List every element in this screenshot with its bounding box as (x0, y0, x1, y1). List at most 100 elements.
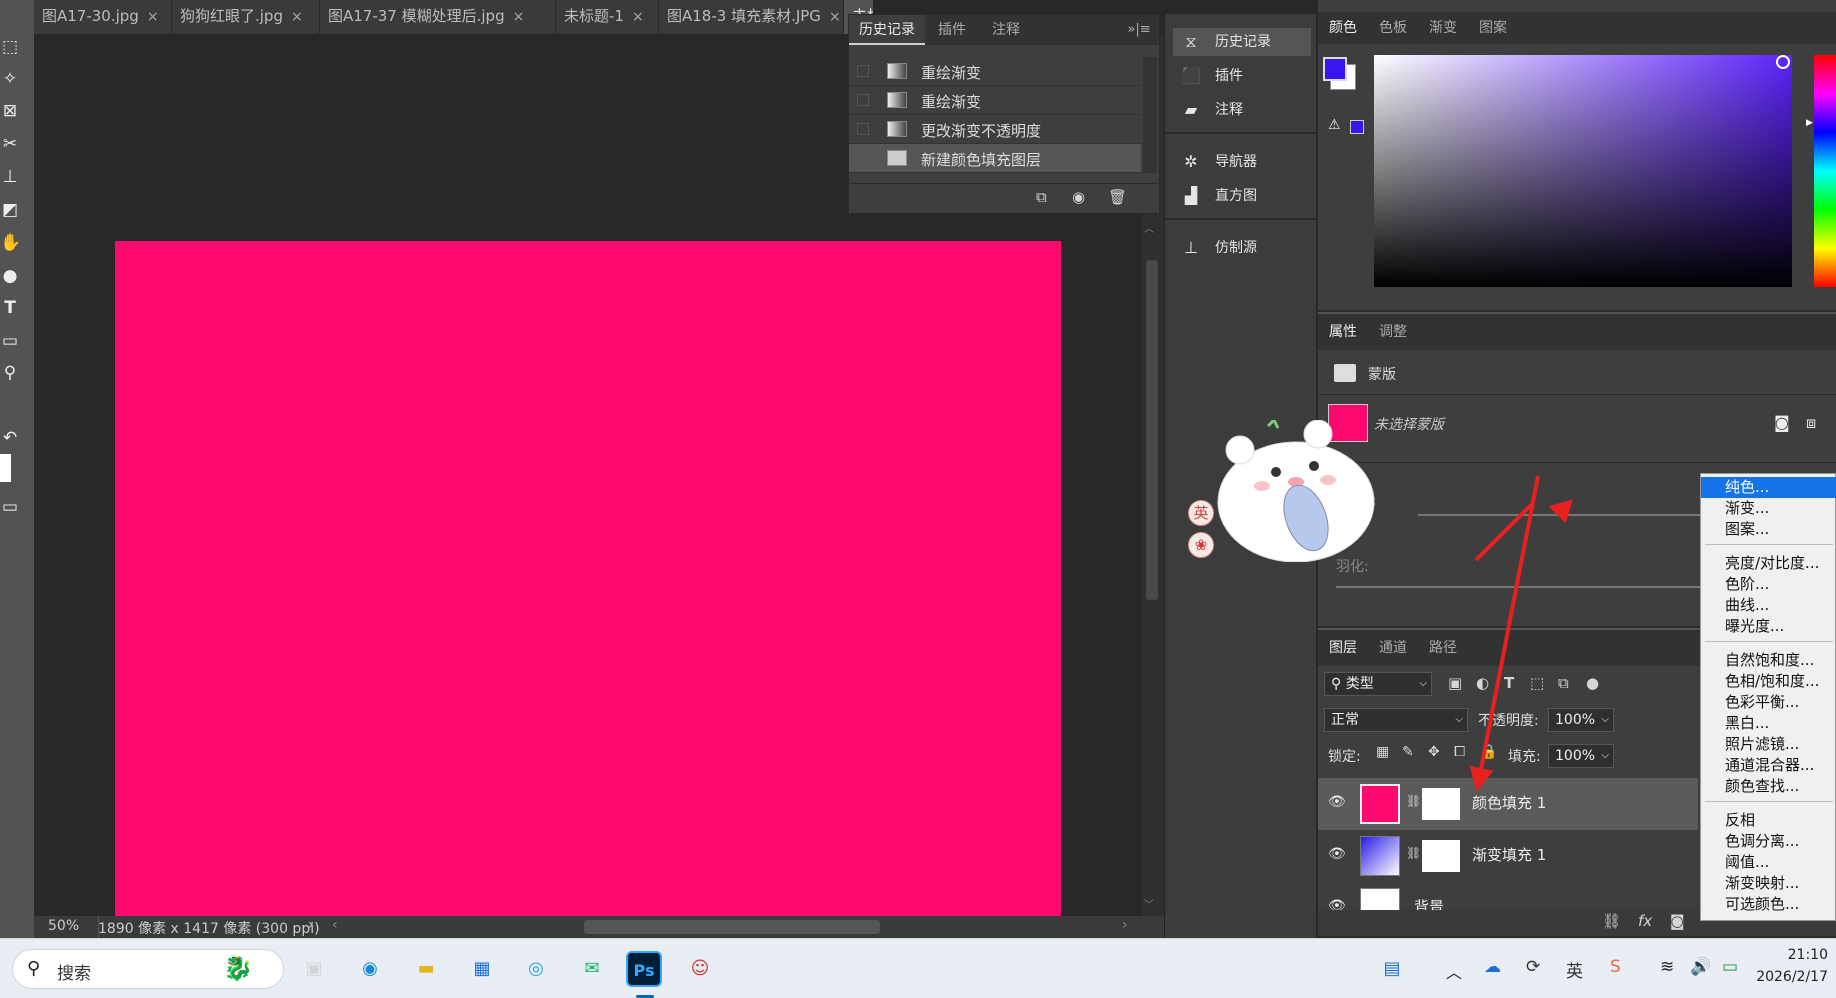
clock-date[interactable]: 2026/2/17 (1742, 969, 1828, 985)
panel-menu-icon[interactable]: »|≡ (1119, 15, 1159, 45)
menu-item[interactable]: 渐变映射... (1701, 873, 1836, 894)
tab-adjustments[interactable]: 调整 (1368, 317, 1418, 347)
color-picker-cursor[interactable] (1776, 55, 1790, 69)
history-scrollbar[interactable] (1143, 57, 1157, 173)
new-document-from-state-icon[interactable]: ⧉ (1036, 188, 1047, 206)
frame-tool-icon[interactable]: ⊠ (0, 100, 20, 122)
onedrive-icon[interactable]: ☁ (1484, 957, 1501, 977)
eraser-tool-icon[interactable]: ◩ (0, 199, 20, 221)
dock-notes[interactable]: ▰ 注释 (1173, 96, 1311, 124)
history-checkbox[interactable] (857, 123, 869, 135)
history-checkbox[interactable] (857, 65, 869, 77)
wifi-icon[interactable]: ≋ (1660, 957, 1674, 977)
store-icon[interactable]: ▦ (464, 951, 500, 987)
menu-item[interactable]: 图案... (1701, 519, 1836, 540)
vertical-scroll-thumb[interactable] (1146, 260, 1158, 600)
app-eye-icon[interactable]: ◎ (518, 951, 554, 987)
screen-mode-icon[interactable]: ▭ (0, 496, 20, 518)
close-tab-icon[interactable]: × (632, 9, 644, 25)
sogou-icon[interactable]: S (1610, 957, 1621, 977)
tab-color[interactable]: 颜色 (1318, 13, 1368, 43)
task-view-icon[interactable]: ▣ (296, 951, 332, 987)
scroll-left-icon[interactable]: ‹ (332, 917, 338, 933)
widgets-icon[interactable]: ▤ (1374, 951, 1410, 987)
hue-slider-marker-icon[interactable]: ▶ (1806, 118, 1813, 128)
link-layers-icon[interactable]: ⛓ (1602, 912, 1621, 930)
tab-notes[interactable]: 注释 (979, 15, 1033, 45)
menu-item[interactable]: 通道混合器... (1701, 755, 1836, 776)
filter-shape-icon[interactable]: ⬚ (1530, 674, 1544, 692)
edge-browser-icon[interactable]: ◉ (352, 951, 388, 987)
menu-item[interactable]: 色彩平衡... (1701, 692, 1836, 713)
volume-icon[interactable]: 🔊 (1690, 957, 1711, 977)
magic-wand-tool-icon[interactable]: ✧ (0, 68, 20, 90)
close-tab-icon[interactable]: × (147, 9, 159, 25)
scroll-down-arrow-icon[interactable]: ﹀ (1144, 896, 1154, 911)
filter-pixel-icon[interactable]: ▣ (1448, 674, 1462, 692)
layer-row[interactable]: 👁 背景 (1318, 882, 1698, 910)
photoshop-icon[interactable]: Ps (626, 951, 662, 987)
gamut-warning-icon[interactable]: ⚠ (1328, 117, 1341, 133)
chevron-up-icon[interactable]: ︿ (1446, 959, 1462, 983)
swap-colors-icon[interactable]: ↶ (0, 427, 20, 449)
clock-time[interactable]: 21:10 (1770, 947, 1828, 963)
avatar-app-icon[interactable]: ☺ (682, 951, 718, 987)
snapshot-camera-icon[interactable]: ◉ (1072, 188, 1085, 206)
history-checkbox[interactable] (857, 152, 869, 164)
taskbar-search-box[interactable]: ⚲ 搜索 🐉 (12, 949, 284, 989)
dock-navigator[interactable]: ✲ 导航器 (1173, 148, 1311, 176)
menu-item[interactable]: 渐变... (1701, 498, 1836, 519)
menu-item[interactable]: 照片滤镜... (1701, 734, 1836, 755)
sync-icon[interactable]: ⟳ (1526, 957, 1540, 977)
doc-tab[interactable]: 图A18-3 填充素材.JPG × (659, 0, 844, 34)
tab-history[interactable]: 历史记录 (849, 15, 925, 45)
add-mask-icon[interactable]: ◙ (1670, 912, 1685, 930)
filter-toggle-icon[interactable]: ● (1586, 674, 1599, 692)
scroll-right-icon[interactable]: › (1122, 917, 1128, 933)
doc-tab[interactable]: 狗狗红眼了.jpg × (172, 0, 320, 34)
doc-tab[interactable]: 未标题-1 × (556, 0, 659, 34)
background-color-swatch[interactable] (0, 454, 11, 482)
dock-histogram[interactable]: ▟ 直方图 (1173, 182, 1311, 210)
dock-clone-source[interactable]: ⊥ 仿制源 (1173, 234, 1311, 262)
rectangle-tool-icon[interactable]: ▭ (0, 330, 20, 352)
tab-paths[interactable]: 路径 (1418, 633, 1468, 663)
dock-history[interactable]: ⧖ 历史记录 (1173, 28, 1311, 56)
lock-artboard-icon[interactable]: ⧠ (1454, 744, 1465, 760)
layer-mask-thumbnail[interactable] (1422, 840, 1460, 872)
history-item-selected[interactable]: 新建颜色填充图层 (849, 144, 1141, 173)
sponge-tool-icon[interactable]: ● (0, 265, 20, 287)
tab-gradients[interactable]: 渐变 (1418, 13, 1468, 43)
menu-item[interactable]: 亮度/对比度... (1701, 553, 1836, 574)
history-item[interactable]: 重绘渐变 (849, 86, 1141, 115)
menu-item[interactable]: 色调分离... (1701, 831, 1836, 852)
tab-plugins[interactable]: 插件 (925, 15, 979, 45)
foreground-color-box[interactable] (1323, 57, 1347, 81)
menu-item[interactable]: 曲线... (1701, 595, 1836, 616)
menu-item[interactable]: 色相/饱和度... (1701, 671, 1836, 692)
layer-row[interactable]: 👁 ⛓ 渐变填充 1 (1318, 830, 1698, 882)
filter-smart-object-icon[interactable]: ⧉ (1558, 674, 1569, 692)
hue-slider[interactable] (1814, 55, 1836, 287)
type-tool-icon[interactable]: T (0, 297, 20, 319)
eye-visibility-icon[interactable]: 👁 (1328, 846, 1346, 862)
menu-item[interactable]: 黑白... (1701, 713, 1836, 734)
history-item[interactable]: 更改渐变不透明度 (849, 115, 1141, 144)
eye-visibility-icon[interactable]: 👁 (1328, 794, 1346, 810)
dock-plugins[interactable]: ⬛ 插件 (1173, 62, 1311, 90)
document-canvas[interactable] (115, 241, 1061, 916)
fill-input[interactable]: 100% ⌵ (1548, 744, 1614, 768)
layer-filter-dropdown[interactable]: ⚲ 类型 ⌵ (1324, 672, 1432, 696)
zoom-level[interactable]: 50% (48, 918, 79, 934)
color-picker-field[interactable] (1374, 55, 1792, 287)
tab-patterns[interactable]: 图案 (1468, 13, 1518, 43)
zoom-tool-icon[interactable]: ⚲ (0, 362, 20, 384)
battery-icon[interactable]: ▭ (1722, 957, 1738, 977)
link-icon[interactable]: ⛓ (1406, 846, 1421, 860)
status-more-icon[interactable]: › (308, 917, 314, 933)
scroll-up-arrow-icon[interactable]: ︿ (1144, 220, 1154, 235)
menu-item[interactable]: 色阶... (1701, 574, 1836, 595)
delete-trash-icon[interactable]: 🗑 (1108, 188, 1127, 206)
gamut-color-swatch[interactable] (1350, 120, 1364, 134)
ime-icon[interactable]: 英 (1566, 957, 1583, 982)
